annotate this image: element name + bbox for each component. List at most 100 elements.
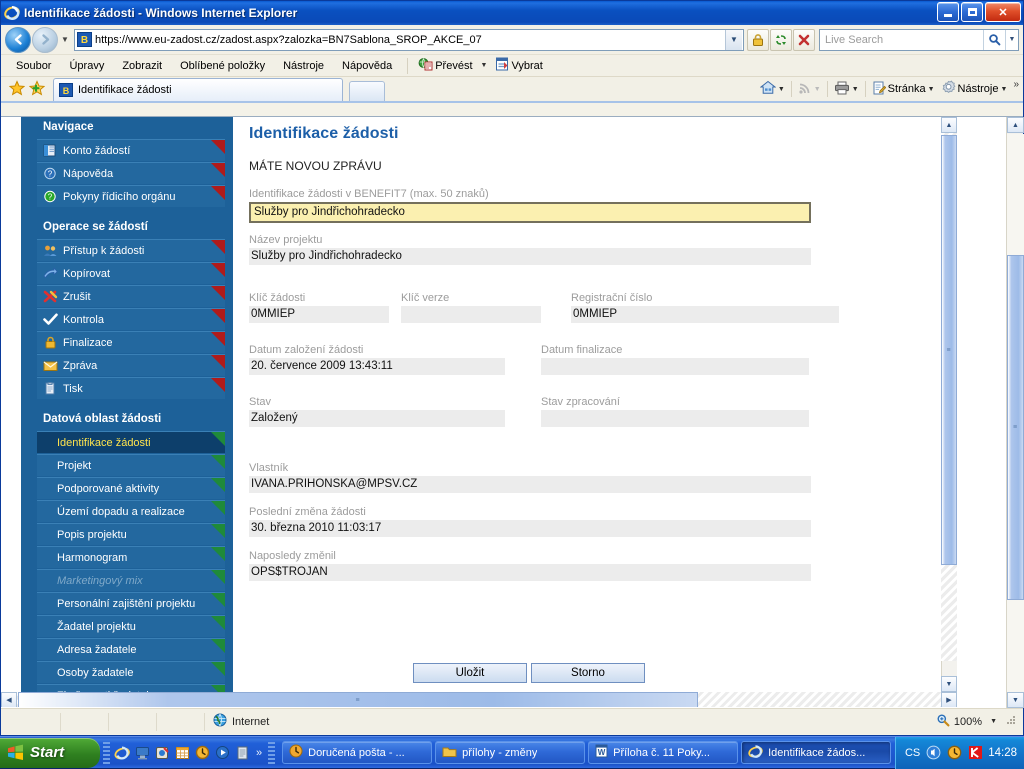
stop-icon[interactable] [793, 28, 815, 51]
menu-item-oblibene-polozky[interactable]: Oblíbené položky [171, 58, 274, 74]
quicklaunch-grip[interactable] [103, 741, 110, 764]
kaspersky-icon[interactable] [967, 745, 983, 761]
lock-icon[interactable] [747, 28, 769, 51]
browser-tab[interactable]: B Identifikace žádosti [53, 78, 343, 101]
menu-item-zobrazit[interactable]: Zobrazit [113, 58, 171, 74]
history-dropdown-icon[interactable]: ▼ [58, 35, 72, 44]
clock-icon[interactable] [946, 745, 962, 761]
lock-icon [41, 336, 59, 350]
corner-marker [211, 547, 225, 561]
page-dropdown-icon[interactable]: ▼ [928, 86, 935, 93]
search-dropdown-icon[interactable]: ▼ [1005, 29, 1018, 50]
scroll-thumb[interactable]: ≡ [941, 135, 957, 565]
clock-time[interactable]: 14:28 [988, 747, 1017, 759]
zoom-dropdown-icon[interactable]: ▼ [986, 718, 997, 725]
task-button-outlook[interactable]: Doručená pošta - ... [282, 741, 433, 764]
language-indicator[interactable]: CS [905, 747, 920, 759]
forward-button[interactable] [32, 26, 58, 53]
excel-icon[interactable] [173, 744, 191, 762]
sidebar-item-podporovane-aktivity[interactable]: Podporované aktivity [37, 477, 225, 499]
menu-item-soubor[interactable]: Soubor [7, 58, 60, 74]
convert-button[interactable]: Převést [414, 56, 476, 75]
task-button-word[interactable]: W Příloha č. 11 Poky... [588, 741, 739, 764]
sidebar-item-napoveda[interactable]: ? Nápověda [37, 162, 225, 184]
scroll-thumb[interactable]: ≡ [18, 692, 698, 707]
task-button-prilohy[interactable]: přílohy - změny [435, 741, 586, 764]
select-button[interactable]: Vybrat [491, 56, 546, 75]
clock-orange-icon[interactable] [193, 744, 211, 762]
refresh-icon[interactable] [770, 28, 792, 51]
page-menu-button[interactable]: Stránka ▼ [869, 80, 938, 99]
sidebar-item-zkusenosti-zadatele[interactable]: Zkušenosti žadatele [37, 684, 225, 692]
chevron-down-icon[interactable]: ▼ [725, 29, 742, 50]
scroll-down-button[interactable]: ▼ [1007, 692, 1024, 708]
address-input[interactable]: B https://www.eu-zadost.cz/zadost.aspx?z… [74, 28, 744, 51]
sidebar-item-zadatel-projektu[interactable]: Žadatel projektu [37, 615, 225, 637]
menu-item-napoveda[interactable]: Nápověda [333, 58, 401, 74]
back-button[interactable] [5, 26, 31, 53]
sidebar-item-label: Nápověda [63, 167, 114, 180]
scroll-thumb[interactable]: ≡ [1007, 255, 1024, 600]
maximize-button[interactable] [961, 2, 983, 22]
close-button[interactable]: ✕ [985, 2, 1021, 22]
sidebar-item-finalizace[interactable]: Finalizace [37, 331, 225, 353]
print-button[interactable]: ▼ [831, 80, 862, 99]
browser-vertical-scrollbar[interactable]: ▲ ≡ ▼ [1006, 117, 1024, 709]
media-icon[interactable] [153, 744, 171, 762]
tools-dropdown-icon[interactable]: ▼ [1001, 86, 1008, 93]
save-button[interactable]: Uložit [413, 663, 527, 683]
scroll-down-button[interactable]: ▼ [941, 676, 957, 692]
minimize-button[interactable] [937, 2, 959, 22]
sidebar-item-uzemi-dopadu-a-realizace[interactable]: Území dopadu a realizace [37, 500, 225, 522]
sidebar-item-identifikace-zadosti[interactable]: Identifikace žádosti [37, 431, 225, 453]
sidebar-item-personalni-zajisteni-projektu[interactable]: Personální zajištění projektu [37, 592, 225, 614]
command-overflow-icon[interactable]: » [1010, 79, 1019, 90]
quicklaunch-overflow-icon[interactable]: » [253, 747, 265, 759]
sidebar-item-kopirovat[interactable]: Kopírovat [37, 262, 225, 284]
tasks-grip[interactable] [268, 741, 276, 764]
sidebar-item-osoby-zadatele[interactable]: Osoby žadatele [37, 661, 225, 683]
sidebar-item-zprava[interactable]: Zpráva [37, 354, 225, 376]
scroll-left-button[interactable]: ◀ [1, 692, 17, 707]
zoom-control[interactable]: 100% ▼ [936, 713, 1023, 730]
sidebar-item-projekt[interactable]: Projekt [37, 454, 225, 476]
sidebar-item-pristup-k-zadosti[interactable]: Přístup k žádosti [37, 239, 225, 261]
add-to-favorites-icon[interactable] [27, 78, 47, 98]
tools-menu-button[interactable]: Nástroje ▼ [938, 79, 1011, 99]
resize-grip[interactable] [1005, 714, 1017, 729]
start-button[interactable]: Start [0, 737, 100, 768]
scroll-right-button[interactable]: ▶ [941, 692, 957, 707]
convert-dropdown-icon[interactable]: ▼ [477, 62, 492, 69]
sidebar-item-adresa-zadatele[interactable]: Adresa žadatele [37, 638, 225, 660]
home-dropdown-icon[interactable]: ▼ [778, 86, 785, 93]
security-zone[interactable]: Internet [205, 713, 936, 730]
menu-item-nastroje[interactable]: Nástroje [274, 58, 333, 74]
search-icon[interactable] [983, 29, 1005, 50]
menu-item-upravy[interactable]: Úpravy [60, 58, 113, 74]
volume-icon[interactable] [925, 745, 941, 761]
notes-icon[interactable] [233, 744, 251, 762]
print-dropdown-icon[interactable]: ▼ [852, 86, 859, 93]
player-icon[interactable] [213, 744, 231, 762]
home-button[interactable]: ▼ [757, 79, 788, 99]
ie-icon[interactable] [113, 744, 131, 762]
sidebar-item-harmonogram[interactable]: Harmonogram [37, 546, 225, 568]
scroll-up-button[interactable]: ▲ [941, 117, 957, 133]
task-button-identifikace-zadosti[interactable]: Identifikace žádos... [741, 741, 892, 764]
page-horizontal-scrollbar[interactable]: ◀ ≡ ▶ [1, 692, 957, 707]
benefit7-id-input[interactable]: Služby pro Jindřichohradecko [249, 202, 811, 223]
sidebar-item-popis-projektu[interactable]: Popis projektu [37, 523, 225, 545]
page-vertical-scrollbar[interactable]: ▲ ≡ ▼ [941, 117, 957, 692]
desktop-icon[interactable] [133, 744, 151, 762]
sidebar-item-pokyny-ridiciho-organu[interactable]: ? Pokyny řídicího orgánu [37, 185, 225, 207]
favorites-center-icon[interactable] [7, 78, 27, 98]
sidebar-item-zrusit[interactable]: Zrušit [37, 285, 225, 307]
dates-row: Datum založení žádosti 20. července 2009… [249, 343, 941, 385]
search-input[interactable]: Live Search ▼ [819, 28, 1019, 51]
sidebar-item-tisk[interactable]: Tisk [37, 377, 225, 399]
scroll-up-button[interactable]: ▲ [1007, 117, 1024, 133]
sidebar-item-konto-zadosti[interactable]: Konto žádostí [37, 139, 225, 161]
cancel-button[interactable]: Storno [531, 663, 645, 683]
new-tab-button[interactable] [349, 81, 385, 101]
sidebar-item-kontrola[interactable]: Kontrola [37, 308, 225, 330]
